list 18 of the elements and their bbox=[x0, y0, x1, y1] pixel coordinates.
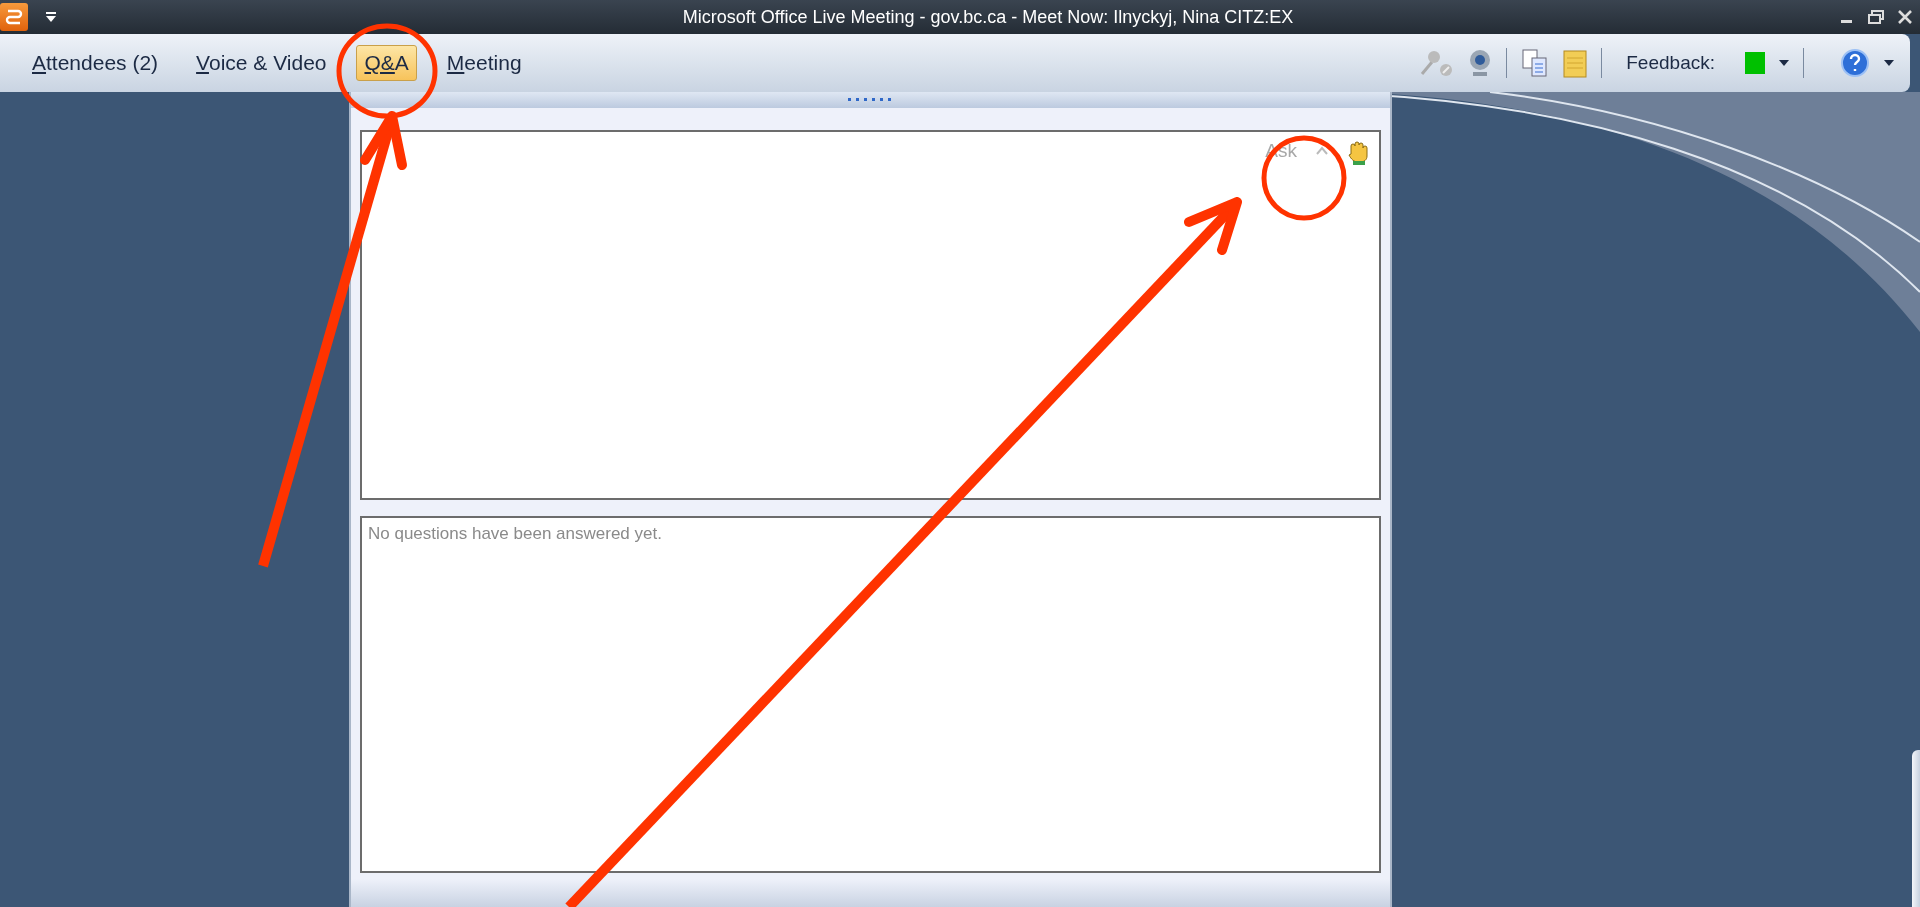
help-icon[interactable] bbox=[1840, 48, 1870, 78]
close-icon[interactable] bbox=[1898, 10, 1912, 24]
webcam-icon[interactable] bbox=[1468, 48, 1493, 78]
caret-icon[interactable] bbox=[1779, 60, 1789, 66]
restore-icon[interactable] bbox=[1868, 10, 1884, 24]
feedback-label: Feedback: bbox=[1626, 52, 1715, 74]
app-logo-icon[interactable] bbox=[0, 3, 28, 31]
menu-tab[interactable]: Voice & Video bbox=[188, 45, 335, 81]
copy-pages-icon[interactable] bbox=[1521, 48, 1550, 78]
quick-access-dropdown-icon[interactable] bbox=[46, 12, 56, 22]
window-title: Microsoft Office Live Meeting - gov.bc.ca - Meet Now: Ilnyckyj, Nina CITZ:EX bbox=[681, 6, 1295, 28]
caret-icon[interactable] bbox=[1884, 60, 1894, 66]
menu-tab[interactable]: Meeting bbox=[438, 45, 530, 81]
feedback-status-swatch[interactable] bbox=[1745, 52, 1765, 74]
empty-list-message: No questions have been answered yet. bbox=[368, 524, 662, 543]
raised-hand-icon[interactable] bbox=[1347, 140, 1369, 166]
menu-tab[interactable]: Attendees (2) bbox=[24, 45, 167, 81]
menu-tab[interactable]: Q&A bbox=[356, 45, 417, 81]
